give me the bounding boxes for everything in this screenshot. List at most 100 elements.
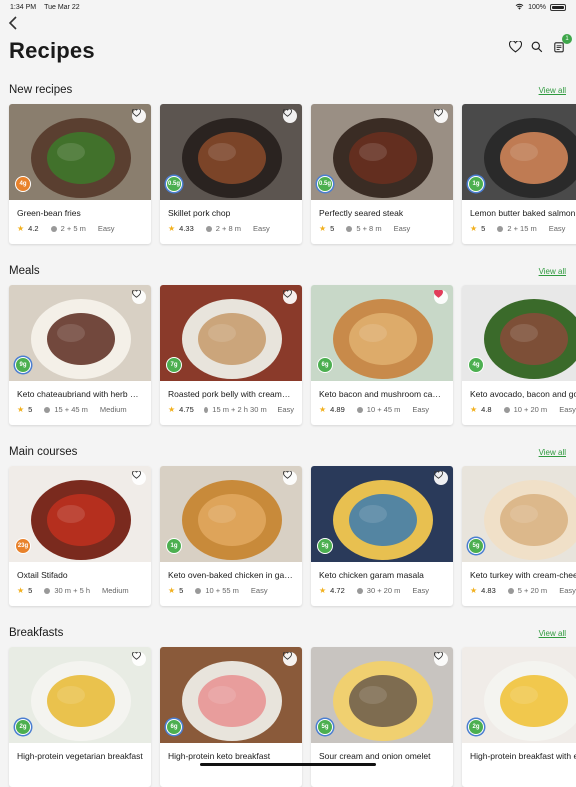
search-button[interactable] xyxy=(530,40,544,54)
recipe-image[interactable]: 4g xyxy=(462,285,576,381)
recipe-card[interactable]: 7g Roasted pork belly with creamy cabbag… xyxy=(160,285,302,425)
clock-icon xyxy=(357,588,363,594)
recipe-difficulty: Easy xyxy=(251,586,268,595)
favorite-button[interactable] xyxy=(283,109,297,123)
section-meals: Meals View all 9g Keto chateaubriand wit… xyxy=(0,265,576,425)
recipe-meta: ★ 4.33 2 + 8 m Easy xyxy=(160,218,302,233)
recipe-image[interactable]: 6g xyxy=(160,647,302,743)
recipe-image[interactable]: 1g xyxy=(462,104,576,200)
page-title: Recipes xyxy=(9,38,95,64)
section-main-courses: Main courses View all 23g Oxtail Stifado… xyxy=(0,446,576,606)
recipe-image[interactable]: 23g xyxy=(9,466,151,562)
back-button[interactable] xyxy=(8,16,22,34)
favorite-button[interactable] xyxy=(283,471,297,485)
recipe-image[interactable]: 6g xyxy=(311,285,453,381)
recipe-time: 2 + 8 m xyxy=(216,224,241,233)
recipe-card[interactable]: 5g Sour cream and onion omelet xyxy=(311,647,453,787)
favorite-button[interactable] xyxy=(132,109,146,123)
recipe-card[interactable]: 1g Lemon butter baked salmon ★ 5 2 + 15 … xyxy=(462,104,576,244)
clock-icon xyxy=(497,226,503,232)
recipe-time: 10 + 20 m xyxy=(514,405,548,414)
section-title: Meals xyxy=(9,265,40,277)
recipe-image[interactable]: 5g xyxy=(462,466,576,562)
carb-badge: 9g xyxy=(15,357,31,373)
favorite-button[interactable] xyxy=(132,290,146,304)
wifi-icon xyxy=(515,3,524,12)
recipe-time: 30 m + 5 h xyxy=(54,586,90,595)
carb-badge: 4g xyxy=(468,357,484,373)
recipe-carousel[interactable]: 2g High-protein vegetarian breakfast 6g … xyxy=(0,647,576,787)
favorite-button[interactable] xyxy=(283,652,297,666)
star-icon: ★ xyxy=(168,405,175,414)
recipe-image[interactable]: 0.5g xyxy=(311,104,453,200)
favorites-button[interactable] xyxy=(508,40,522,54)
favorite-button[interactable] xyxy=(283,290,297,304)
recipe-name: High-protein keto breakfast xyxy=(160,743,302,761)
recipe-image[interactable]: 0.5g xyxy=(160,104,302,200)
favorite-button[interactable] xyxy=(434,290,448,304)
shopping-list-button[interactable]: 1 xyxy=(552,40,566,54)
recipe-name: Keto avocado, bacon and goat cheese sala… xyxy=(462,381,576,399)
recipe-rating: 5 xyxy=(330,224,334,233)
recipe-image[interactable]: 4g xyxy=(9,104,151,200)
recipe-card[interactable]: 6g Keto bacon and mushroom casserole ★ 4… xyxy=(311,285,453,425)
recipe-rating: 4.33 xyxy=(179,224,194,233)
recipe-rating: 4.83 xyxy=(481,586,496,595)
heart-icon xyxy=(283,109,292,117)
recipe-card[interactable]: 4g Keto avocado, bacon and goat cheese s… xyxy=(462,285,576,425)
recipe-carousel[interactable]: 9g Keto chateaubriand with herb butter ★… xyxy=(0,285,576,425)
favorite-button[interactable] xyxy=(434,652,448,666)
recipe-image[interactable]: 7g xyxy=(160,285,302,381)
carb-badge: 5g xyxy=(317,538,333,554)
recipe-card[interactable]: 2g High-protein breakfast with eggs xyxy=(462,647,576,787)
view-all-link[interactable]: View all xyxy=(539,86,566,95)
recipe-image[interactable]: 9g xyxy=(9,285,151,381)
recipe-image[interactable]: 2g xyxy=(9,647,151,743)
section-header: Breakfasts View all xyxy=(0,627,576,643)
recipe-card[interactable]: 9g Keto chateaubriand with herb butter ★… xyxy=(9,285,151,425)
recipe-card[interactable]: 23g Oxtail Stifado ★ 5 30 m + 5 h Medium xyxy=(9,466,151,606)
recipe-card[interactable]: 0.5g Perfectly seared steak ★ 5 5 + 8 m … xyxy=(311,104,453,244)
recipe-name: Roasted pork belly with creamy cabbage xyxy=(160,381,302,399)
heart-outline-icon xyxy=(509,41,522,53)
recipe-time: 15 + 45 m xyxy=(54,405,88,414)
view-all-link[interactable]: View all xyxy=(539,448,566,457)
recipe-name: Perfectly seared steak xyxy=(311,200,453,218)
heart-icon xyxy=(434,290,443,298)
favorite-button[interactable] xyxy=(434,471,448,485)
star-icon: ★ xyxy=(319,586,326,595)
recipe-name: Keto chicken garam masala xyxy=(311,562,453,580)
recipe-name: High-protein breakfast with eggs xyxy=(462,743,576,761)
recipe-meta: ★ 5 15 + 45 m Medium xyxy=(9,399,151,414)
favorite-button[interactable] xyxy=(132,652,146,666)
recipe-card[interactable]: 5g Keto chicken garam masala ★ 4.72 30 +… xyxy=(311,466,453,606)
recipe-name: Oxtail Stifado xyxy=(9,562,151,580)
top-actions: 1 xyxy=(508,40,566,54)
recipe-image[interactable]: 1g xyxy=(160,466,302,562)
recipe-card[interactable]: 5g Keto turkey with cream-cheese sauce ★… xyxy=(462,466,576,606)
favorite-button[interactable] xyxy=(434,109,448,123)
recipe-rating: 5 xyxy=(481,224,485,233)
recipe-image[interactable]: 2g xyxy=(462,647,576,743)
section-title: Main courses xyxy=(9,446,77,458)
status-right: 100% xyxy=(515,3,566,12)
clock-icon xyxy=(504,407,510,413)
view-all-link[interactable]: View all xyxy=(539,267,566,276)
recipe-rating: 4.72 xyxy=(330,586,345,595)
recipe-carousel[interactable]: 4g Green-bean fries ★ 4.2 2 + 5 m Easy xyxy=(0,104,576,244)
favorite-button[interactable] xyxy=(132,471,146,485)
recipe-card[interactable]: 6g High-protein keto breakfast xyxy=(160,647,302,787)
recipe-card[interactable]: 4g Green-bean fries ★ 4.2 2 + 5 m Easy xyxy=(9,104,151,244)
recipe-difficulty: Medium xyxy=(100,405,127,414)
star-icon: ★ xyxy=(470,586,477,595)
recipe-card[interactable]: 1g Keto oven-baked chicken in garlic but… xyxy=(160,466,302,606)
view-all-link[interactable]: View all xyxy=(539,629,566,638)
recipe-difficulty: Easy xyxy=(253,224,270,233)
recipe-difficulty: Easy xyxy=(412,586,429,595)
recipe-carousel[interactable]: 23g Oxtail Stifado ★ 5 30 m + 5 h Medium xyxy=(0,466,576,606)
recipe-card[interactable]: 2g High-protein vegetarian breakfast xyxy=(9,647,151,787)
recipe-card[interactable]: 0.5g Skillet pork chop ★ 4.33 2 + 8 m Ea… xyxy=(160,104,302,244)
recipe-rating: 4.75 xyxy=(179,405,194,414)
recipe-image[interactable]: 5g xyxy=(311,466,453,562)
recipe-image[interactable]: 5g xyxy=(311,647,453,743)
